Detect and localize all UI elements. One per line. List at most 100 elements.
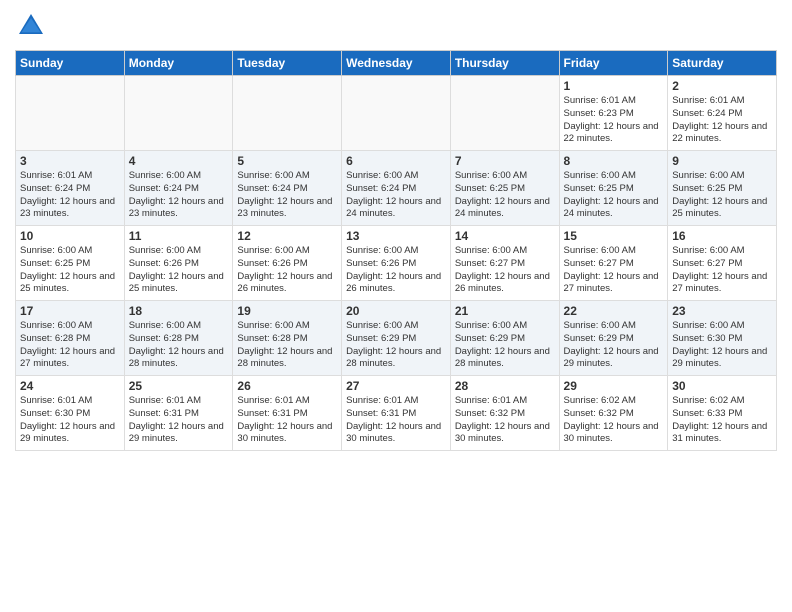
calendar-cell: 30 Sunrise: 6:02 AM Sunset: 6:33 PM Dayli… bbox=[668, 376, 777, 451]
calendar-cell: 17Sunrise: 6:00 AM Sunset: 6:28 PM Dayli… bbox=[16, 301, 125, 376]
day-info: Sunrise: 6:00 AM Sunset: 6:24 PM Dayligh… bbox=[129, 170, 229, 221]
day-number: 8 bbox=[564, 154, 664, 168]
day-number: 16 bbox=[672, 229, 772, 243]
calendar-cell: 8Sunrise: 6:00 AM Sunset: 6:25 PM Daylig… bbox=[559, 151, 668, 226]
day-number: 19 bbox=[237, 304, 337, 318]
calendar-cell: 1Sunrise: 6:01 AM Sunset: 6:23 PM Daylig… bbox=[559, 76, 668, 151]
day-number: 12 bbox=[237, 229, 337, 243]
calendar-week-row: 10 Sunrise: 6:00 AM Sunset: 6:25 PM Dayli… bbox=[16, 226, 777, 301]
weekday-header-row: SundayMondayTuesdayWednesdayThursdayFrid… bbox=[16, 51, 777, 76]
calendar-cell bbox=[124, 76, 233, 151]
day-info: Sunrise: 6:00 AM Sunset: 6:30 PM Dayligh… bbox=[672, 320, 772, 371]
calendar-cell: 20 Sunrise: 6:00 AM Sunset: 6:29 PM Dayli… bbox=[342, 301, 451, 376]
day-info: Sunrise: 6:00 AM Sunset: 6:25 PM Dayligh… bbox=[455, 170, 555, 221]
day-info: Sunrise: 6:02 AM Sunset: 6:33 PM Dayligh… bbox=[672, 395, 772, 446]
calendar-cell: 5Sunrise: 6:00 AM Sunset: 6:24 PM Daylig… bbox=[233, 151, 342, 226]
calendar-week-row: 24 Sunrise: 6:01 AM Sunset: 6:30 PM Dayli… bbox=[16, 376, 777, 451]
day-info: Sunrise: 6:01 AM Sunset: 6:31 PM Dayligh… bbox=[346, 395, 446, 446]
day-number: 9 bbox=[672, 154, 772, 168]
day-number: 22 bbox=[564, 304, 664, 318]
calendar-cell bbox=[450, 76, 559, 151]
day-number: 18 bbox=[129, 304, 229, 318]
day-info: Sunrise: 6:00 AM Sunset: 6:27 PM Dayligh… bbox=[455, 245, 555, 296]
day-info: Sunrise: 6:00 AM Sunset: 6:29 PM Dayligh… bbox=[564, 320, 664, 371]
weekday-header: Thursday bbox=[450, 51, 559, 76]
day-info: Sunrise: 6:00 AM Sunset: 6:26 PM Dayligh… bbox=[237, 245, 337, 296]
day-info: Sunrise: 6:00 AM Sunset: 6:29 PM Dayligh… bbox=[455, 320, 555, 371]
calendar-week-row: 3Sunrise: 6:01 AM Sunset: 6:24 PM Daylig… bbox=[16, 151, 777, 226]
page-container: SundayMondayTuesdayWednesdayThursdayFrid… bbox=[0, 0, 792, 461]
weekday-header: Tuesday bbox=[233, 51, 342, 76]
logo bbox=[15, 10, 51, 42]
calendar-cell bbox=[16, 76, 125, 151]
calendar-cell: 28 Sunrise: 6:01 AM Sunset: 6:32 PM Dayli… bbox=[450, 376, 559, 451]
day-number: 24 bbox=[20, 379, 120, 393]
day-info: Sunrise: 6:00 AM Sunset: 6:25 PM Dayligh… bbox=[20, 245, 120, 296]
day-number: 20 bbox=[346, 304, 446, 318]
day-info: Sunrise: 6:00 AM Sunset: 6:29 PM Dayligh… bbox=[346, 320, 446, 371]
day-info: Sunrise: 6:00 AM Sunset: 6:27 PM Dayligh… bbox=[564, 245, 664, 296]
day-number: 26 bbox=[237, 379, 337, 393]
day-info: Sunrise: 6:01 AM Sunset: 6:24 PM Dayligh… bbox=[672, 95, 772, 146]
calendar-cell: 21 Sunrise: 6:00 AM Sunset: 6:29 PM Dayli… bbox=[450, 301, 559, 376]
day-number: 21 bbox=[455, 304, 555, 318]
day-number: 6 bbox=[346, 154, 446, 168]
calendar-cell: 13 Sunrise: 6:00 AM Sunset: 6:26 PM Dayli… bbox=[342, 226, 451, 301]
day-number: 30 bbox=[672, 379, 772, 393]
day-number: 4 bbox=[129, 154, 229, 168]
calendar-cell: 15 Sunrise: 6:00 AM Sunset: 6:27 PM Dayli… bbox=[559, 226, 668, 301]
calendar-cell: 11 Sunrise: 6:00 AM Sunset: 6:26 PM Dayli… bbox=[124, 226, 233, 301]
day-number: 15 bbox=[564, 229, 664, 243]
day-number: 28 bbox=[455, 379, 555, 393]
calendar-cell: 14 Sunrise: 6:00 AM Sunset: 6:27 PM Dayli… bbox=[450, 226, 559, 301]
calendar-cell: 19 Sunrise: 6:00 AM Sunset: 6:28 PM Dayli… bbox=[233, 301, 342, 376]
calendar-cell bbox=[233, 76, 342, 151]
calendar-cell bbox=[342, 76, 451, 151]
logo-icon bbox=[15, 10, 47, 42]
calendar-cell: 27 Sunrise: 6:01 AM Sunset: 6:31 PM Dayli… bbox=[342, 376, 451, 451]
calendar-cell: 6Sunrise: 6:00 AM Sunset: 6:24 PM Daylig… bbox=[342, 151, 451, 226]
day-info: Sunrise: 6:01 AM Sunset: 6:30 PM Dayligh… bbox=[20, 395, 120, 446]
day-info: Sunrise: 6:01 AM Sunset: 6:32 PM Dayligh… bbox=[455, 395, 555, 446]
day-info: Sunrise: 6:01 AM Sunset: 6:31 PM Dayligh… bbox=[129, 395, 229, 446]
calendar-cell: 26 Sunrise: 6:01 AM Sunset: 6:31 PM Dayli… bbox=[233, 376, 342, 451]
day-info: Sunrise: 6:00 AM Sunset: 6:25 PM Dayligh… bbox=[672, 170, 772, 221]
header bbox=[15, 10, 777, 42]
calendar-cell: 10 Sunrise: 6:00 AM Sunset: 6:25 PM Dayli… bbox=[16, 226, 125, 301]
day-number: 23 bbox=[672, 304, 772, 318]
day-info: Sunrise: 6:00 AM Sunset: 6:24 PM Dayligh… bbox=[237, 170, 337, 221]
calendar-cell: 23 Sunrise: 6:00 AM Sunset: 6:30 PM Dayli… bbox=[668, 301, 777, 376]
day-info: Sunrise: 6:01 AM Sunset: 6:31 PM Dayligh… bbox=[237, 395, 337, 446]
day-number: 27 bbox=[346, 379, 446, 393]
calendar-cell: 29 Sunrise: 6:02 AM Sunset: 6:32 PM Dayli… bbox=[559, 376, 668, 451]
day-info: Sunrise: 6:00 AM Sunset: 6:26 PM Dayligh… bbox=[129, 245, 229, 296]
calendar-week-row: 1Sunrise: 6:01 AM Sunset: 6:23 PM Daylig… bbox=[16, 76, 777, 151]
weekday-header: Wednesday bbox=[342, 51, 451, 76]
calendar-cell: 25 Sunrise: 6:01 AM Sunset: 6:31 PM Dayli… bbox=[124, 376, 233, 451]
calendar: SundayMondayTuesdayWednesdayThursdayFrid… bbox=[15, 50, 777, 451]
calendar-cell: 9 Sunrise: 6:00 AM Sunset: 6:25 PM Daylig… bbox=[668, 151, 777, 226]
weekday-header: Sunday bbox=[16, 51, 125, 76]
day-number: 10 bbox=[20, 229, 120, 243]
calendar-cell: 2 Sunrise: 6:01 AM Sunset: 6:24 PM Daylig… bbox=[668, 76, 777, 151]
day-number: 13 bbox=[346, 229, 446, 243]
day-info: Sunrise: 6:00 AM Sunset: 6:28 PM Dayligh… bbox=[237, 320, 337, 371]
day-info: Sunrise: 6:00 AM Sunset: 6:26 PM Dayligh… bbox=[346, 245, 446, 296]
day-info: Sunrise: 6:02 AM Sunset: 6:32 PM Dayligh… bbox=[564, 395, 664, 446]
calendar-cell: 24 Sunrise: 6:01 AM Sunset: 6:30 PM Dayli… bbox=[16, 376, 125, 451]
day-number: 25 bbox=[129, 379, 229, 393]
calendar-cell: 3Sunrise: 6:01 AM Sunset: 6:24 PM Daylig… bbox=[16, 151, 125, 226]
day-number: 29 bbox=[564, 379, 664, 393]
day-number: 7 bbox=[455, 154, 555, 168]
weekday-header: Friday bbox=[559, 51, 668, 76]
calendar-cell: 12 Sunrise: 6:00 AM Sunset: 6:26 PM Dayli… bbox=[233, 226, 342, 301]
day-number: 1 bbox=[564, 79, 664, 93]
day-number: 11 bbox=[129, 229, 229, 243]
day-number: 14 bbox=[455, 229, 555, 243]
day-number: 2 bbox=[672, 79, 772, 93]
day-info: Sunrise: 6:00 AM Sunset: 6:27 PM Dayligh… bbox=[672, 245, 772, 296]
day-info: Sunrise: 6:00 AM Sunset: 6:28 PM Dayligh… bbox=[129, 320, 229, 371]
day-number: 17 bbox=[20, 304, 120, 318]
day-number: 3 bbox=[20, 154, 120, 168]
calendar-cell: 7 Sunrise: 6:00 AM Sunset: 6:25 PM Daylig… bbox=[450, 151, 559, 226]
